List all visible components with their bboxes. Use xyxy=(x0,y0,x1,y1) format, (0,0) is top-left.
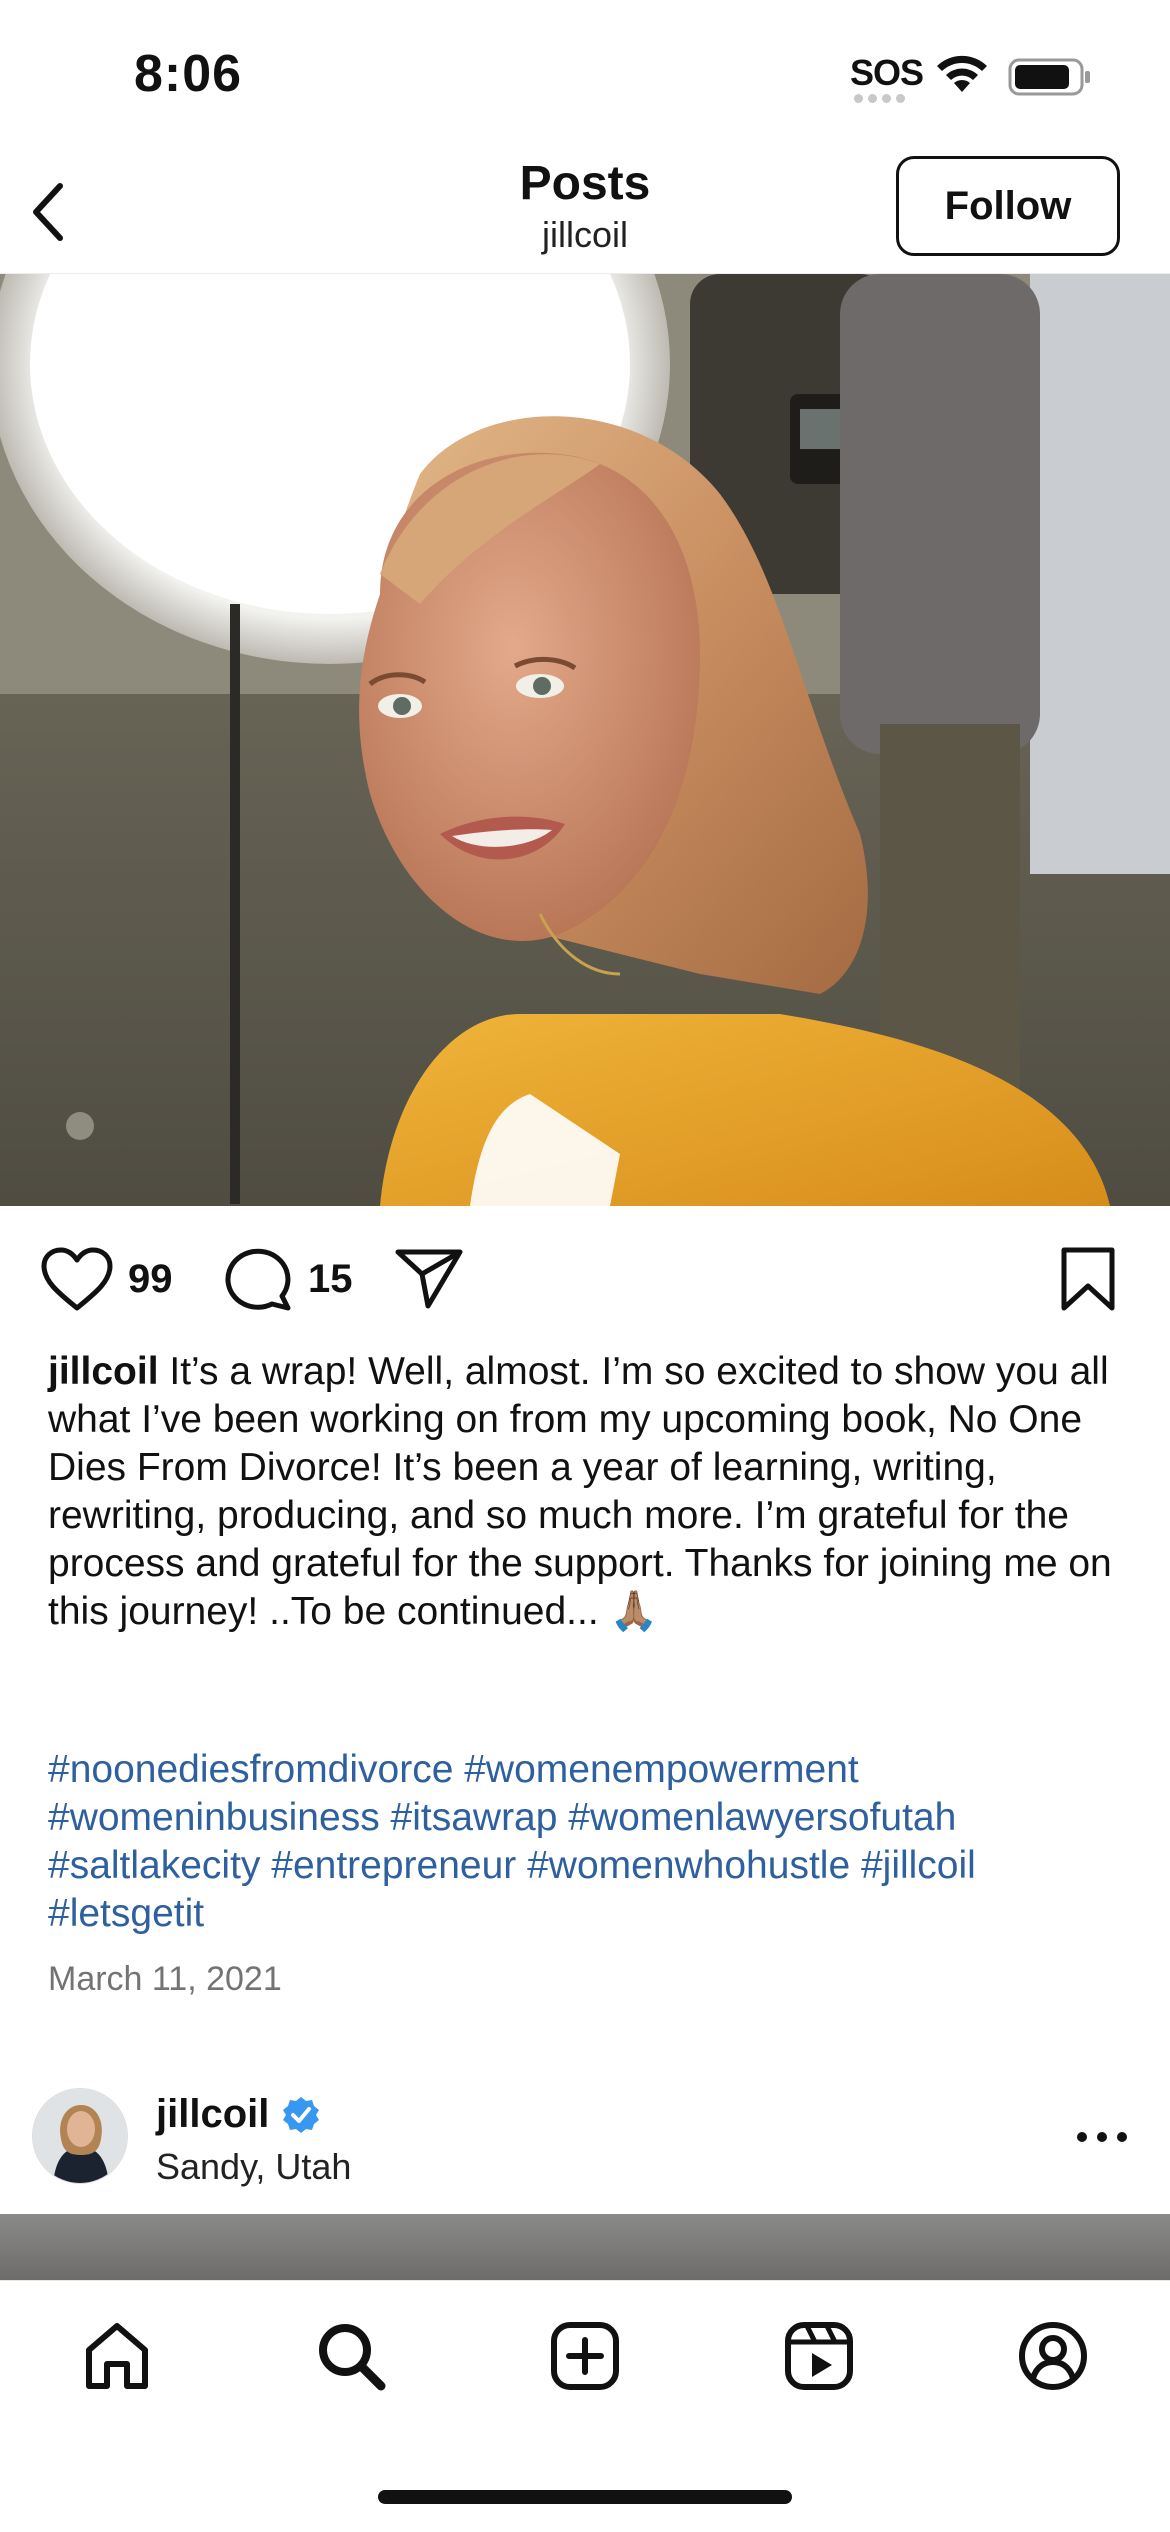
like-button[interactable]: 99 xyxy=(40,1246,173,1312)
create-icon xyxy=(551,2322,619,2390)
home-indicator[interactable] xyxy=(378,2490,792,2504)
caption-hashtags[interactable]: #noonediesfromdivorce #womenempowerment … xyxy=(48,1746,1138,1938)
comment-button[interactable]: 15 xyxy=(224,1246,353,1312)
comment-icon xyxy=(225,1248,291,1311)
next-post-username: jillcoil xyxy=(156,2092,270,2136)
avatar[interactable] xyxy=(32,2088,128,2184)
share-button[interactable] xyxy=(394,1246,464,1310)
post-image xyxy=(0,274,1170,1206)
caption-text: It’s a wrap! Well, almost. I’m so excite… xyxy=(48,1350,1112,1633)
next-post-user[interactable]: jillcoil xyxy=(156,2092,321,2137)
home-icon xyxy=(86,2323,148,2389)
sos-indicator: SOS xyxy=(850,52,924,93)
signal-dots xyxy=(854,94,910,103)
heart-icon xyxy=(41,1247,113,1311)
caption-username[interactable]: jillcoil xyxy=(48,1350,159,1393)
send-icon xyxy=(395,1249,463,1309)
battery-icon xyxy=(1008,58,1090,96)
follow-button[interactable]: Follow xyxy=(896,156,1120,256)
posts-header: Posts jillcoil Follow xyxy=(0,150,1170,274)
avatar-image xyxy=(33,2089,127,2183)
next-post-location[interactable]: Sandy, Utah xyxy=(156,2146,351,2188)
status-time: 8:06 xyxy=(134,45,243,103)
reels-icon xyxy=(785,2322,853,2390)
more-options-icon[interactable] xyxy=(1076,2130,1128,2144)
wifi-icon xyxy=(937,55,987,92)
profile-icon xyxy=(1019,2322,1087,2390)
bookmark-icon xyxy=(1061,1247,1115,1311)
post-caption: jillcoil It’s a wrap! Well, almost. I’m … xyxy=(48,1348,1128,1636)
comment-count: 15 xyxy=(308,1256,353,1301)
save-button[interactable] xyxy=(1060,1246,1116,1312)
next-post-photo[interactable] xyxy=(0,2214,1170,2280)
post-date: March 11, 2021 xyxy=(48,1960,282,1998)
tab-profile[interactable] xyxy=(1008,2311,1098,2401)
tab-home[interactable] xyxy=(72,2311,162,2401)
post-actions: 99 15 xyxy=(0,1206,1170,1356)
post-photo[interactable] xyxy=(0,274,1170,1206)
tab-search[interactable] xyxy=(306,2311,396,2401)
tab-create[interactable] xyxy=(540,2311,630,2401)
verified-badge-icon xyxy=(283,2096,320,2133)
like-count: 99 xyxy=(128,1256,173,1301)
tab-reels[interactable] xyxy=(774,2311,864,2401)
search-icon xyxy=(319,2324,386,2391)
next-post-header: jillcoil Sandy, Utah xyxy=(0,2084,1170,2214)
status-bar: 8:06 SOS xyxy=(0,0,1170,150)
